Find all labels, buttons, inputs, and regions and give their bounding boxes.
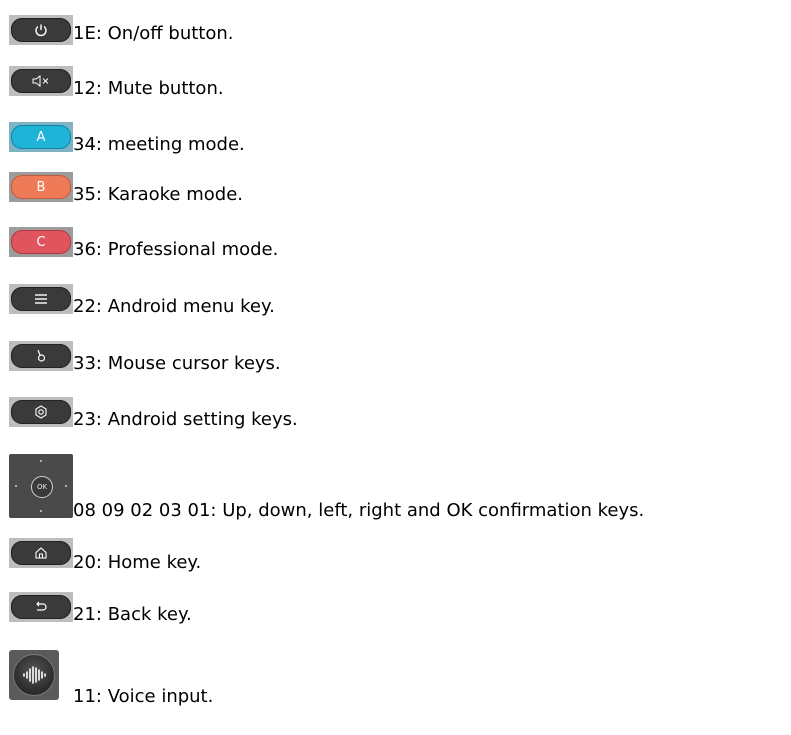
settings-icon [35, 405, 47, 419]
item-label: 34: meeting mode. [73, 134, 245, 155]
back-key-image [9, 592, 73, 622]
b-key-icon: B [36, 179, 46, 195]
a-key-icon: A [36, 129, 46, 145]
item-label: 21: Back key. [73, 604, 192, 625]
ok-icon: OK [31, 476, 53, 498]
item-label: 11: Voice input. [73, 686, 214, 707]
mute-icon [32, 75, 49, 87]
voice-icon [23, 666, 46, 684]
item-label: 22: Android menu key. [73, 296, 275, 317]
item-label: 36: Professional mode. [73, 239, 279, 260]
menu-key-image [9, 284, 73, 314]
item-label: 33: Mouse cursor keys. [73, 353, 281, 374]
settings-key-image [9, 397, 73, 427]
item-label: 08 09 02 03 01: Up, down, left, right an… [73, 500, 645, 521]
item-label: 20: Home key. [73, 552, 202, 573]
mute-key-image [9, 66, 73, 96]
item-label: 35: Karaoke mode. [73, 184, 243, 205]
a-key-image: A [9, 122, 73, 152]
dpad-image: OK [9, 454, 73, 518]
power-key-image [9, 15, 73, 45]
menu-icon [35, 294, 47, 304]
item-label: 1E: On/off button. [73, 23, 234, 44]
item-label: 23: Android setting keys. [73, 409, 298, 430]
b-key-image: B [9, 172, 73, 202]
c-key-image: C [9, 227, 73, 257]
item-label: 12: Mute button. [73, 78, 224, 99]
power-icon [35, 24, 47, 37]
cursor-key-image [9, 341, 73, 371]
back-icon [36, 601, 47, 611]
c-key-icon: C [36, 234, 46, 250]
home-icon [35, 547, 47, 559]
voice-key-image [9, 650, 59, 700]
cursor-icon [37, 349, 46, 362]
home-key-image [9, 538, 73, 568]
